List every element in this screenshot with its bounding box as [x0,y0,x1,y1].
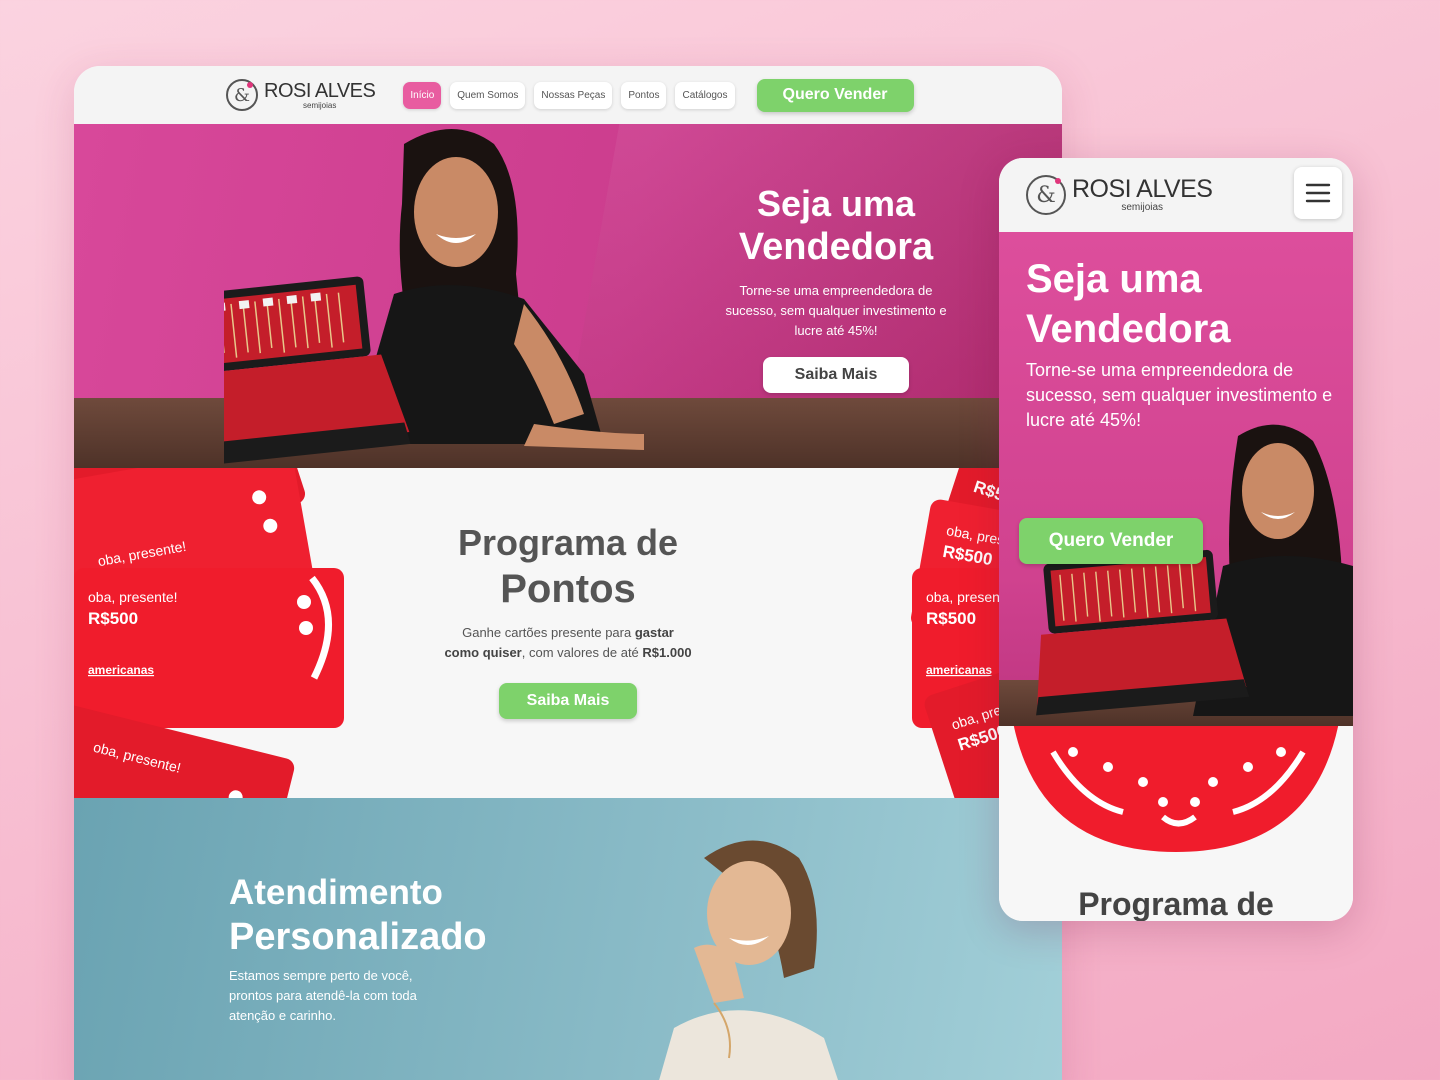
points-program-section: oba, presente! oba, presente! oba, prese… [74,468,1062,798]
hero-content: Seja uma Vendedora Torne-se uma empreend… [714,182,958,393]
nav-item-pontos[interactable]: Pontos [621,81,667,109]
card-brand: americanas [926,663,992,677]
brand-logo[interactable]: & ROSI ALVES semijoias [226,79,376,111]
nav-item-quem-somos[interactable]: Quem Somos [450,81,526,109]
card-brand: americanas [88,663,154,677]
main-nav: Início Quem Somos Nossas Peças Pontos Ca… [403,81,735,109]
mobile-mockup: & ROSI ALVES semijoias Seja uma Vendedor… [999,158,1353,921]
service-title-line1: Atendimento [229,873,443,912]
hero-saiba-mais-button[interactable]: Saiba Mais [763,356,909,393]
service-title-line2: Personalizado [229,916,487,958]
brand-name: ROSI ALVES [1072,175,1213,203]
mobile-points-title: Programa de [1078,886,1274,921]
card-value: R$500 [88,609,138,628]
desktop-header: & ROSI ALVES semijoias Início Quem Somos… [74,66,1062,124]
mobile-points-section: Programa de [999,726,1353,921]
quero-vender-button[interactable]: Quero Vender [756,78,914,112]
desktop-mockup: & ROSI ALVES semijoias Início Quem Somos… [74,66,1062,1080]
mobile-hero-title-line1: Seja uma [1026,257,1202,301]
mobile-hero-content: Seja uma Vendedora Torne-se uma empreend… [1026,254,1336,433]
hero-description: Torne-se uma empreendedora de sucesso, s… [725,282,947,338]
hamburger-menu-icon[interactable] [1294,167,1342,219]
card-text: oba, presente! [88,589,178,605]
smiling-woman-image [659,840,838,1080]
hero-title-line2: Vendedora [738,226,934,269]
points-description: Ganhe cartões presente para gastar como … [444,625,692,660]
mobile-hero-section: Seja uma Vendedora Torne-se uma empreend… [999,232,1353,726]
seller-with-jewelry-case-image [224,129,644,468]
mobile-hero-description: Torne-se uma empreendedora de sucesso, s… [1026,360,1333,430]
hero-section: Seja uma Vendedora Torne-se uma empreend… [74,124,1062,468]
brand-logo[interactable]: & ROSI ALVES semijoias [1026,175,1213,215]
mobile-header: & ROSI ALVES semijoias [999,158,1353,232]
brand-name: ROSI ALVES [264,79,376,102]
mobile-hero-title-line2: Vendedora [1026,307,1231,351]
points-title-line1: Programa de [457,522,679,563]
service-content: Atendimento Personalizado Estamos sempre… [229,872,559,1026]
logo-monogram-icon: & [226,79,258,111]
points-saiba-mais-button[interactable]: Saiba Mais [499,683,637,719]
points-title-line2: Pontos [500,567,636,611]
card-value: R$500 [926,609,976,628]
nav-item-inicio[interactable]: Início [403,81,442,109]
nav-item-nossas-pecas[interactable]: Nossas Peças [534,81,613,109]
brand-tagline: semijoias [303,100,337,110]
nav-item-catalogos[interactable]: Catálogos [675,81,735,109]
hero-title-line1: Seja uma [756,183,916,224]
mobile-quero-vender-button[interactable]: Quero Vender [1019,518,1203,564]
gift-cards-left-image: oba, presente! oba, presente! oba, prese… [74,468,344,798]
brand-tagline: semijoias [1121,202,1164,213]
logo-monogram-icon: & [1026,175,1066,215]
service-description: Estamos sempre perto de você, prontos pa… [229,967,417,1023]
gift-cards-fan-image [1013,726,1339,852]
personalized-service-section: Atendimento Personalizado Estamos sempre… [74,798,1062,1080]
points-content: Programa de Pontos Ganhe cartões present… [444,520,692,719]
seller-with-jewelry-case-image [1036,424,1353,716]
